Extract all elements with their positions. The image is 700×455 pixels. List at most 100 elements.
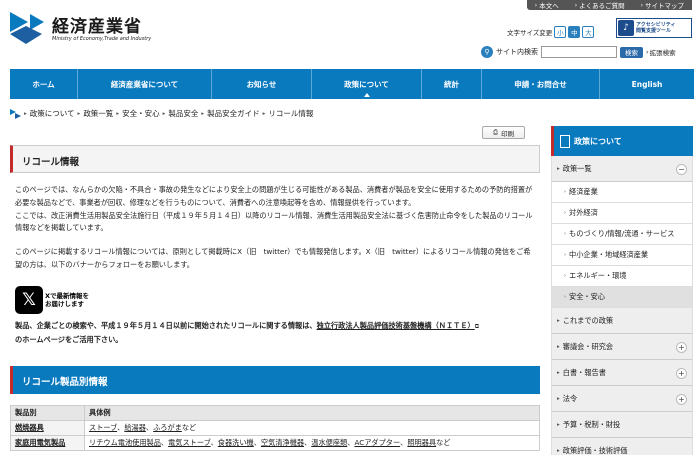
sidebar-item-white-papers[interactable]: ▸ 白書・報告書 + — [551, 360, 693, 386]
x-banner-line2: お届けします — [45, 300, 84, 308]
top-links: › 本文へ › よくあるご質問 › サイトマップ — [526, 0, 692, 11]
example-link[interactable]: 給湯器 — [124, 423, 146, 432]
examples-suffix: など — [436, 438, 451, 447]
expand-icon[interactable]: + — [676, 394, 687, 405]
nav-english[interactable]: English — [600, 69, 694, 99]
document-icon — [560, 134, 570, 148]
toplink-faq[interactable]: › よくあるご質問 — [567, 0, 633, 11]
example-link[interactable]: ふろがま — [153, 423, 182, 432]
chevron-right-icon: ▸ — [557, 317, 560, 324]
table-row: 家庭用電気製品 リチウム電池使用製品、電気ストーブ、食器洗い機、空気清浄機器、温… — [10, 435, 540, 451]
x-banner-text: Xで最新情報を お届けします — [45, 292, 89, 308]
breadcrumb-link[interactable]: 政策一覧 — [83, 108, 113, 119]
search-input[interactable] — [541, 46, 617, 58]
nav-statistics[interactable]: 統計 — [422, 69, 482, 99]
example-link[interactable]: ストーブ — [89, 423, 117, 432]
nav-about[interactable]: 経済産業省について — [78, 69, 212, 99]
table-header-row: 製品別 具体例 — [10, 405, 540, 421]
example-link[interactable]: ACアダプター — [354, 438, 400, 447]
breadcrumb-link[interactable]: 製品安全ガイド — [207, 108, 260, 119]
chevron-right-icon: ▸ — [201, 110, 205, 117]
chevron-right-icon: ▸ — [24, 110, 27, 117]
category-link[interactable]: 燃焼器具 — [15, 423, 44, 432]
search-button[interactable]: 検索 — [620, 46, 643, 58]
sidebar-header: 政策について — [551, 126, 693, 156]
chevron-right-icon: › — [564, 189, 566, 195]
breadcrumb: ▸ 政策について ▸ 政策一覧 ▸ 安全・安心 ▸ 製品安全 ▸ 製品安全ガイド… — [10, 108, 313, 119]
sidebar: 政策について ▸ 政策一覧 − › 経済産業 › 対外経済 › ものづくり/情報/流通… — [551, 126, 693, 455]
nav-home[interactable]: ホーム — [10, 69, 78, 99]
nite-link[interactable]: 独立行政法人製品評価技術基盤機構（ＮＩＴＥ） — [317, 321, 475, 330]
sidebar-subitem-label: 対外経済 — [569, 208, 598, 217]
meti-logo[interactable]: 経済産業省 Ministry of Economy,Trade and Indu… — [8, 10, 163, 50]
font-size-control: 文字サイズ変更 小 中 大 — [507, 26, 595, 38]
logo-english: Ministry of Economy,Trade and Industry — [52, 36, 152, 42]
nav-news[interactable]: お知らせ — [212, 69, 312, 99]
table-header: 具体例 — [84, 405, 540, 421]
intro-paragraph: このページでは、なんらかの欠陥・不具合・事故の発生などにより安全上の問題が生じる… — [15, 185, 533, 207]
category-link[interactable]: 家庭用電気製品 — [15, 438, 65, 447]
expand-icon[interactable]: + — [676, 342, 687, 353]
sidebar-subitem[interactable]: › 中小企業・地域経済産業 — [551, 245, 693, 266]
chevron-right-icon: ▸ — [557, 369, 560, 376]
sidebar-subitem[interactable]: › 対外経済 — [551, 203, 693, 224]
site-header: 経済産業省 Ministry of Economy,Trade and Indu… — [0, 0, 700, 68]
example-link[interactable]: 電気ストーブ — [168, 438, 210, 447]
sidebar-subitem-active[interactable]: › 安全・安心 — [551, 287, 693, 308]
sidebar-item-councils[interactable]: ▸ 審議会・研究会 + — [551, 334, 693, 360]
print-button[interactable]: ⎙ 印刷 — [482, 126, 525, 139]
sidebar-item-budget[interactable]: ▸ 予算・税制・財投 — [551, 412, 693, 438]
sidebar-subitem[interactable]: › ものづくり/情報/流通・サービス — [551, 224, 693, 245]
breadcrumb-link[interactable]: 製品安全 — [168, 108, 198, 119]
section-title-box: リコール製品別情報 — [10, 366, 540, 394]
accessibility-label: アクセシビリティ 閲覧支援ツール — [636, 22, 675, 34]
breadcrumb-link[interactable]: 政策について — [30, 108, 75, 119]
sidebar-item-laws[interactable]: ▸ 法令 + — [551, 386, 693, 412]
toplink-main[interactable]: › 本文へ — [527, 0, 567, 11]
sidebar-item-label: 白書・報告書 — [562, 367, 606, 377]
expand-icon[interactable]: + — [676, 368, 687, 379]
example-link[interactable]: リチウム電池使用製品 — [89, 438, 161, 447]
chevron-right-icon: › — [564, 231, 566, 237]
chevron-right-icon: ▸ — [557, 395, 560, 402]
sidebar-subitem[interactable]: › エネルギー・環境 — [551, 266, 693, 287]
section-title: リコール製品別情報 — [22, 377, 108, 388]
font-size-medium-button[interactable]: 中 — [568, 26, 581, 38]
table-examples: ストーブ、給湯器、ふろがまなど — [84, 420, 540, 436]
home-logo-icon[interactable] — [10, 108, 21, 119]
sidebar-item-past-policies[interactable]: ▸ これまでの政策 — [551, 308, 693, 334]
example-link[interactable]: 空気清浄機器 — [261, 438, 304, 447]
sidebar-subitem-label: 経済産業 — [569, 187, 598, 196]
nav-policy[interactable]: 政策について — [312, 69, 422, 99]
chevron-right-icon: › — [564, 210, 566, 216]
font-size-large-button[interactable]: 大 — [582, 26, 595, 38]
breadcrumb-link[interactable]: 安全・安心 — [122, 108, 160, 119]
collapse-icon[interactable]: − — [676, 164, 687, 175]
x-follow-banner[interactable]: 𝕏 Xで最新情報を お届けします — [15, 285, 97, 315]
sidebar-subitem-label: エネルギー・環境 — [569, 271, 627, 280]
example-link[interactable]: 照明器具 — [407, 438, 436, 447]
search-label: サイト内検索 — [496, 48, 538, 56]
advanced-search-link[interactable]: › 拡張検索 — [646, 47, 676, 57]
meti-logo-mark — [10, 12, 44, 44]
accessibility-tool-button[interactable]: ♪ アクセシビリティ 閲覧支援ツール — [616, 18, 692, 38]
chevron-right-icon: › — [574, 1, 578, 9]
intro-text: このページでは、なんらかの欠陥・不具合・事故の発生などにより安全上の問題が生じる… — [15, 184, 537, 235]
nav-applications[interactable]: 申請・お問合せ — [482, 69, 600, 99]
sidebar-item-policy-list[interactable]: ▸ 政策一覧 − — [551, 156, 693, 182]
sidebar-subitem[interactable]: › 経済産業 — [551, 182, 693, 203]
sidebar-subitem-label: 中小企業・地域経済産業 — [569, 250, 649, 259]
chevron-right-icon: › — [640, 1, 643, 9]
external-link-icon: ⧉ — [474, 323, 480, 330]
sidebar-title: 政策について — [574, 136, 622, 146]
sidebar-item-evaluation[interactable]: ▸ 政策評価・技術評価 — [551, 438, 693, 455]
font-size-small-button[interactable]: 小 — [554, 26, 567, 38]
example-link[interactable]: 食器洗い機 — [218, 438, 254, 447]
chevron-right-icon: ▸ — [557, 447, 560, 454]
nite-text-pre: 製品、企業ごとの検索や、平成１９年５月１４日以前に開始されたリコールに関する情報… — [15, 321, 317, 330]
toplink-sitemap[interactable]: › サイトマップ — [633, 0, 692, 11]
search-icon: ⚲ — [481, 46, 493, 58]
toplink-label: よくあるご質問 — [579, 2, 625, 10]
example-link[interactable]: 温水便座類 — [311, 438, 347, 447]
chevron-right-icon: ▸ — [77, 110, 81, 117]
